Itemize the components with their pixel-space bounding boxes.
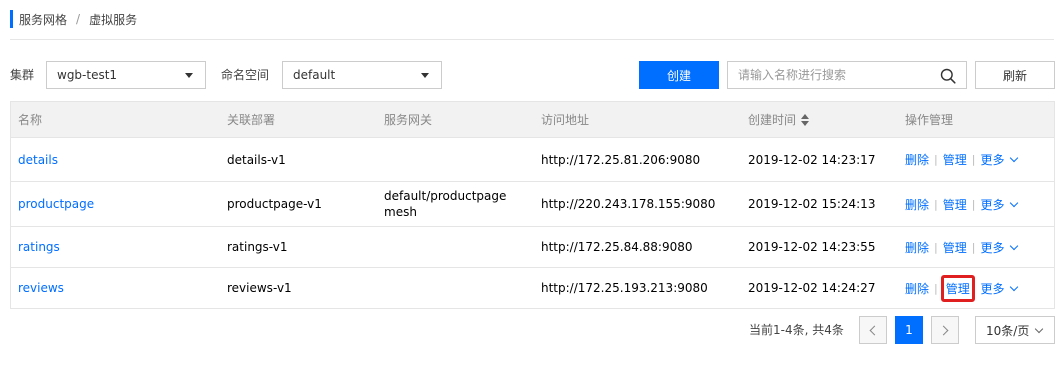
search-box (727, 61, 967, 89)
row-address: http://172.25.193.213:9080 (541, 281, 708, 295)
page-size-value: 10条/页 (986, 323, 1030, 338)
column-header-deployment: 关联部署 (227, 113, 276, 127)
table-row: reviews reviews-v1 http://172.25.193.213… (11, 268, 1054, 308)
header-divider (10, 39, 1054, 40)
action-separator: | (971, 197, 976, 211)
column-header-created[interactable]: 创建时间 (748, 102, 810, 138)
delete-link[interactable]: 删除 (905, 196, 929, 213)
row-gateway-line: mesh (384, 205, 417, 219)
chevron-down-icon (1034, 324, 1044, 334)
action-separator: | (971, 240, 976, 254)
row-address: http://220.243.178.155:9080 (541, 197, 716, 211)
more-label: 更多 (980, 281, 1005, 296)
more-label: 更多 (980, 153, 1005, 167)
manage-link[interactable]: 管理 (943, 151, 967, 168)
row-deployment: details-v1 (227, 152, 286, 167)
breadcrumb: 服务网格 / 虚拟服务 (10, 10, 137, 28)
column-header-gateway: 服务网关 (384, 113, 433, 127)
page-size-select[interactable]: 10条/页 (975, 316, 1055, 344)
row-created: 2019-12-02 14:23:55 (748, 240, 876, 254)
row-actions: 删除 | 管理 | 更多 (905, 182, 1019, 226)
table-header: 名称 关联部署 服务网关 访问地址 创建时间 操作管理 (11, 102, 1054, 138)
action-separator: | (971, 153, 976, 166)
row-name-link[interactable]: ratings (18, 227, 60, 267)
column-header-ops: 操作管理 (905, 113, 954, 127)
prev-page-button[interactable] (859, 316, 887, 344)
row-actions: 删除 | 管理 | 更多 (905, 268, 1019, 308)
action-separator: | (934, 240, 938, 254)
more-dropdown[interactable]: 更多 (980, 280, 1019, 297)
namespace-select[interactable]: default (282, 61, 442, 89)
cluster-select-value: wgb-test1 (57, 68, 118, 82)
namespace-label: 命名空间 (221, 68, 270, 82)
row-actions: 删除 | 管理 | 更多 (905, 138, 1019, 181)
next-page-button[interactable] (931, 316, 959, 344)
manage-link[interactable]: 管理 (943, 239, 967, 256)
breadcrumb-current: 虚拟服务 (89, 12, 138, 27)
chevron-left-icon (869, 325, 880, 335)
chevron-right-icon (938, 325, 949, 335)
refresh-button[interactable]: 刷新 (975, 61, 1055, 89)
row-created: 2019-12-02 14:24:27 (748, 281, 876, 295)
chevron-down-icon (1010, 153, 1019, 163)
create-button[interactable]: 创建 (639, 61, 719, 89)
row-name-link[interactable]: details (18, 138, 58, 181)
pagination-info: 当前1-4条, 共4条 (749, 323, 844, 337)
cluster-label: 集群 (10, 68, 35, 82)
search-input[interactable] (728, 62, 928, 88)
row-address: http://172.25.84.88:9080 (541, 240, 693, 254)
caret-down-icon (421, 73, 429, 78)
row-actions: 删除 | 管理 | 更多 (905, 227, 1019, 267)
more-dropdown[interactable]: 更多 (980, 151, 1019, 168)
chevron-down-icon (1010, 241, 1019, 250)
breadcrumb-separator: / (76, 12, 81, 26)
row-name-link[interactable]: reviews (18, 268, 64, 308)
row-deployment: productpage-v1 (227, 197, 322, 211)
table-row: productpage productpage-v1 default/produ… (11, 182, 1054, 227)
row-deployment: reviews-v1 (227, 281, 292, 295)
action-separator: | (934, 281, 938, 295)
column-header-address: 访问地址 (541, 113, 590, 127)
breadcrumb-parent[interactable]: 服务网格 (19, 11, 67, 28)
cluster-select[interactable]: wgb-test1 (46, 61, 206, 89)
chevron-down-icon (1010, 198, 1019, 207)
row-name-link[interactable]: productpage (18, 182, 94, 226)
row-created: 2019-12-02 15:24:13 (748, 197, 876, 211)
current-page-button[interactable]: 1 (895, 316, 923, 344)
row-created: 2019-12-02 14:23:17 (748, 152, 876, 167)
namespace-select-value: default (293, 68, 336, 82)
row-gateway: default/productpage mesh (384, 182, 506, 226)
caret-down-icon (185, 73, 193, 78)
manage-link[interactable]: 管理 (943, 196, 967, 213)
row-deployment: ratings-v1 (227, 240, 288, 254)
more-dropdown[interactable]: 更多 (980, 196, 1019, 213)
row-address: http://172.25.81.206:9080 (541, 152, 701, 167)
column-header-name: 名称 (18, 113, 43, 127)
table-row: ratings ratings-v1 http://172.25.84.88:9… (11, 227, 1054, 268)
delete-link[interactable]: 删除 (905, 239, 929, 256)
row-gateway-line: default/productpage (384, 189, 507, 203)
more-label: 更多 (980, 240, 1005, 255)
delete-link[interactable]: 删除 (905, 280, 929, 297)
more-dropdown[interactable]: 更多 (980, 239, 1019, 256)
sort-icon[interactable] (801, 113, 810, 126)
manage-link-highlighted[interactable]: 管理 (940, 274, 975, 302)
action-separator: | (934, 197, 938, 211)
more-label: 更多 (980, 197, 1005, 212)
column-header-created-label: 创建时间 (748, 113, 797, 127)
table-row: details details-v1 http://172.25.81.206:… (11, 138, 1054, 182)
virtual-service-table: 名称 关联部署 服务网关 访问地址 创建时间 操作管理 details deta… (10, 101, 1055, 309)
search-icon[interactable] (940, 68, 956, 84)
delete-link[interactable]: 删除 (905, 151, 929, 168)
action-separator: | (934, 153, 938, 166)
chevron-down-icon (1010, 282, 1019, 291)
